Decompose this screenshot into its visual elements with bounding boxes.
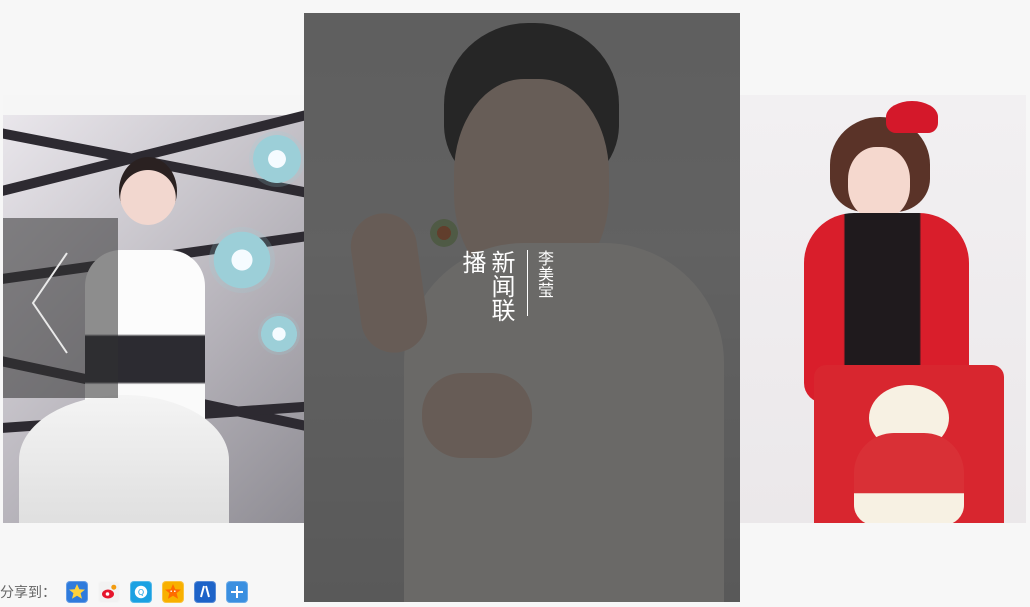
more-share-icon[interactable] bbox=[226, 581, 248, 603]
qzone-share-icon[interactable] bbox=[66, 581, 88, 603]
left-model-head bbox=[119, 157, 177, 225]
weibo-icon bbox=[102, 584, 117, 599]
pengyou-share-icon[interactable] bbox=[162, 581, 184, 603]
teddy-bear-body bbox=[854, 433, 964, 523]
caption-title: 新闻联播 bbox=[458, 250, 515, 322]
svg-text:Q: Q bbox=[138, 588, 144, 597]
flower-decoration bbox=[258, 313, 300, 355]
chevron-left-icon bbox=[31, 252, 68, 354]
right-model-hat bbox=[886, 101, 938, 133]
flower-decoration bbox=[249, 131, 304, 187]
star-face-icon bbox=[165, 584, 181, 599]
right-model-face bbox=[848, 147, 910, 219]
right-photo[interactable] bbox=[740, 95, 1026, 523]
weibo-share-icon[interactable] bbox=[98, 581, 120, 603]
photo-carousel: 新闻联播 李美莹 分享到： Q bbox=[0, 0, 1030, 607]
flower-decoration bbox=[209, 227, 275, 293]
left-photo-top-band bbox=[3, 95, 304, 115]
center-photo[interactable]: 新闻联播 李美莹 bbox=[304, 13, 740, 602]
prev-slide-button[interactable] bbox=[3, 218, 118, 398]
caption-name: 李美莹 bbox=[535, 250, 554, 298]
person-icon bbox=[200, 585, 210, 598]
renren-share-icon[interactable] bbox=[194, 581, 216, 603]
share-bar: 分享到： Q bbox=[0, 581, 248, 603]
left-model-skirt bbox=[19, 395, 229, 523]
tencent-weibo-share-icon[interactable]: Q bbox=[130, 581, 152, 603]
center-caption: 新闻联播 李美莹 bbox=[458, 250, 557, 326]
tencent-weibo-icon: Q bbox=[134, 585, 148, 599]
plus-icon bbox=[231, 586, 243, 598]
caption-divider bbox=[527, 250, 528, 316]
share-label: 分享到： bbox=[0, 585, 56, 601]
star-icon bbox=[69, 584, 85, 599]
